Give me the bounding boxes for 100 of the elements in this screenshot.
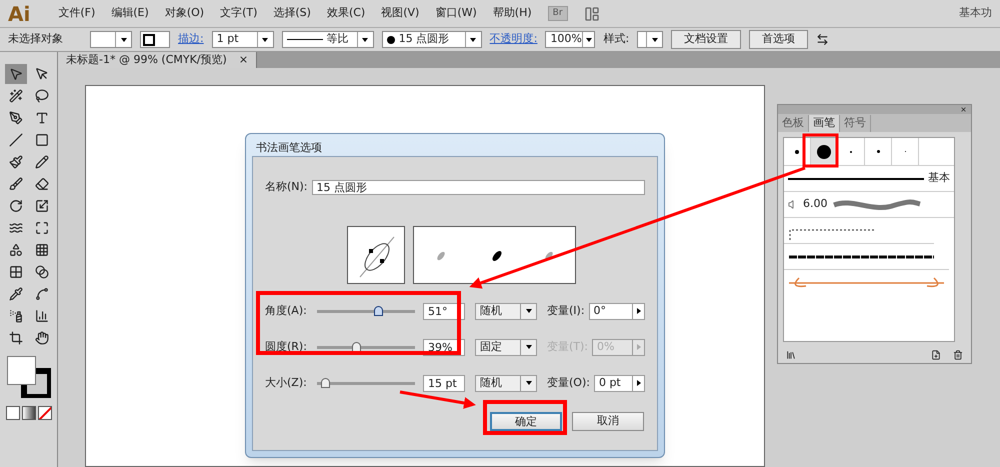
menu-item[interactable]: 文字(T) [220,5,258,22]
none-mode-icon[interactable] [38,406,52,420]
option-label: 圆度(R): [265,338,308,355]
name-field[interactable]: 15 点圆形 [312,180,645,195]
spline-icon [34,287,48,301]
mode-dropdown[interactable]: 随机 [475,374,537,392]
lasso-icon [34,89,48,103]
bristle-stroke-icon [832,198,922,212]
pen-icon [8,111,22,125]
value-field[interactable]: 51° [423,302,465,320]
app-logo: Ai [8,0,30,28]
document-tab[interactable]: 未标题-1* @ 99% (CMYK/预览) × [58,52,258,68]
workspace-label[interactable]: 基本功 [959,5,992,22]
menu-item[interactable]: 效果(C) [326,5,366,22]
brush-icon [8,177,22,191]
stroke-link[interactable]: 描边: [178,31,204,48]
style-swatch[interactable] [637,31,664,48]
toolbar-button[interactable]: 首选项 [749,30,808,49]
stepper-arrow-icon[interactable] [636,308,640,314]
shapes-icon [8,243,22,257]
opacity-field[interactable]: 100% [545,31,596,48]
trash-icon[interactable] [953,350,963,360]
dropdown-caret-icon[interactable] [526,345,532,349]
document-tab-title: 未标题-1* @ 99% (CMYK/预览) [66,52,227,68]
opacity-link[interactable]: 不透明度: [490,31,538,48]
dropdown-caret-icon[interactable] [526,381,532,385]
rotate-icon [8,199,22,213]
hand-icon [34,331,48,345]
brush-angle-preview [347,226,405,284]
menu-item[interactable]: 文件(F) [58,5,96,22]
mesh-icon [8,265,22,279]
menu-item[interactable]: 窗口(W) [435,5,477,22]
close-icon[interactable] [960,106,967,113]
library-icon[interactable] [786,350,796,360]
dropdown-caret-icon[interactable] [120,38,126,42]
line-icon [8,133,22,147]
brush-size-value: 6.00 [803,196,828,212]
paintbrush-icon [8,155,22,169]
panel-tab[interactable]: 画笔 [809,115,840,132]
brush-name: 基本 [928,170,950,186]
eraser-icon [34,177,48,191]
selection-arrow-icon [8,67,22,81]
new-brush-icon[interactable] [931,350,941,360]
arrange-icon[interactable] [816,33,830,46]
spray-can-icon [8,309,22,323]
name-label: 名称(N): [265,179,308,195]
mode-dropdown[interactable]: 随机 [475,302,537,320]
menu-item[interactable]: 视图(V) [381,5,420,22]
variation-label: 变量(O): [547,374,590,391]
toolbar-button[interactable]: 文档设置 [671,30,742,49]
slider-thumb[interactable] [320,378,330,388]
hollow-arrow-icon [34,67,48,81]
type-icon [34,111,48,125]
bridge-button[interactable]: Br [548,6,568,22]
dropdown-caret-icon[interactable] [526,309,532,313]
grid-icon [34,243,48,257]
tab-close-button[interactable]: × [238,52,248,68]
wave-icon [8,221,22,235]
tool-button[interactable] [4,64,26,84]
crop-icon [8,331,22,345]
dropdown-caret-icon[interactable] [362,38,368,42]
selection-status: 未选择对象 [8,31,64,48]
dialog-button[interactable]: 取消 [572,412,644,430]
variation-label: 变量(I): [547,302,585,319]
bar-chart-icon [34,309,48,323]
gradient-mode-icon[interactable] [22,406,36,420]
rectangle-icon [34,133,48,147]
variation-field[interactable]: 0 pt [594,374,645,392]
dropdown-caret-icon[interactable] [586,38,592,42]
annotation-box [802,134,838,168]
dropdown-caret-icon[interactable] [262,38,268,42]
expand-icon [34,221,48,235]
stepper-arrow-icon[interactable] [636,380,640,386]
dialog-button[interactable]: 确定 [490,412,562,430]
scale-icon [34,199,48,213]
profile-dropdown[interactable]: 等比 [282,31,374,48]
stroke-swatch[interactable] [140,31,170,48]
option-label: 角度(A): [265,302,308,319]
color-mode-icon[interactable] [6,406,20,420]
variation-field[interactable]: 0° [588,302,645,320]
menu-item[interactable]: 帮助(H) [492,5,532,22]
fill-swatch[interactable] [90,31,132,48]
wand-icon [8,89,22,103]
dialog-title: 书法画笔选项 [255,140,323,156]
brush-dropdown[interactable]: 15 点圆形 [382,31,482,48]
dropdown-caret-icon[interactable] [652,38,658,42]
menu-item[interactable]: 选择(S) [273,5,311,22]
menu-item[interactable]: 对象(O) [164,5,204,22]
stroke-weight-field[interactable]: 1 pt [212,31,274,48]
option-label: 大小(Z): [265,374,308,391]
dropdown-caret-icon[interactable] [470,38,476,42]
menu-item[interactable]: 编辑(E) [111,5,149,22]
blend-icon [34,265,48,279]
eyedropper-icon [8,287,22,301]
layout-icon[interactable] [584,6,600,22]
style-label: 样式: [603,31,630,48]
fill-stroke-swatches-drawing[interactable] [6,356,50,398]
value-field[interactable]: 15 pt [423,374,465,392]
slider-thumb[interactable] [374,306,383,316]
pencil-icon [34,155,48,169]
